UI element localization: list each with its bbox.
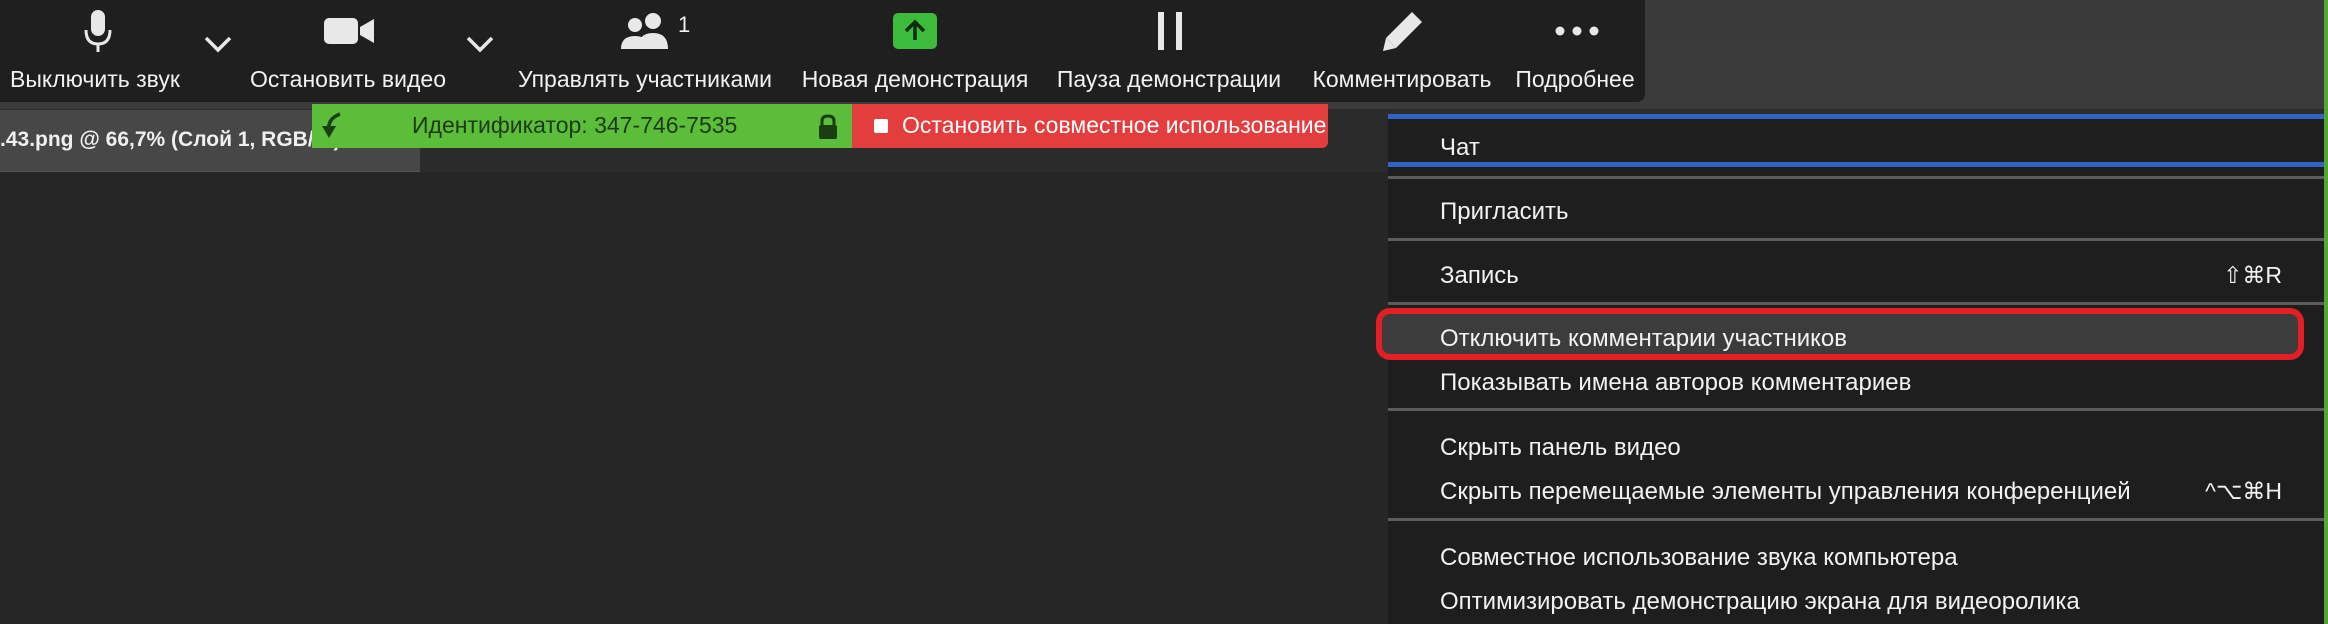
meeting-toolbar: Выключить звук Остановить видео 1 Управл… [0, 0, 1645, 102]
drag-arrow-icon[interactable] [320, 112, 346, 145]
window-edge [2324, 0, 2328, 624]
photoshop-canvas[interactable] [0, 172, 1390, 624]
menu-separator [1388, 176, 2324, 179]
microphone-icon [78, 6, 118, 56]
pause-share-label: Пауза демонстрации [1056, 66, 1282, 92]
stop-video-label: Остановить видео [250, 66, 446, 92]
record-shortcut: ⇧⌘R [2223, 262, 2282, 288]
menu-item-disable-attendee-annotation[interactable]: Отключить комментарии участников [1440, 325, 1847, 353]
annotate-label: Комментировать [1312, 66, 1492, 92]
menu-item-optimize-video-share[interactable]: Оптимизировать демонстрацию экрана для в… [1440, 588, 2080, 616]
menu-separator [1388, 518, 2324, 521]
manage-participants-label: Управлять участниками [518, 66, 772, 92]
meeting-id-section[interactable]: Идентификатор: 347-746-7535 [312, 104, 852, 148]
menu-separator [1388, 238, 2324, 241]
annotate-button[interactable]: Комментировать [1300, 0, 1510, 102]
share-screen-icon [890, 6, 940, 56]
menu-item-invite[interactable]: Пригласить [1440, 198, 1568, 226]
stop-share-button[interactable]: Остановить совместное использование [852, 104, 1328, 148]
menu-separator [1388, 408, 2324, 411]
menu-item-hide-floating-controls[interactable]: Скрыть перемещаемые элементы управления … [1440, 478, 2131, 506]
stop-video-button[interactable]: Остановить видео [240, 0, 455, 102]
manage-participants-button[interactable]: 1 Управлять участниками [505, 0, 785, 102]
menu-item-hide-video-panel[interactable]: Скрыть панель видео [1440, 434, 1681, 462]
mute-label: Выключить звук [10, 66, 180, 92]
menu-item-share-computer-sound[interactable]: Совместное использование звука компьютер… [1440, 544, 1958, 572]
menu-accent-line [1388, 162, 2324, 167]
menu-top-accent [1388, 114, 2324, 119]
pencil-icon [1378, 6, 1428, 56]
more-dropdown-menu: Чат Пригласить Запись ⇧⌘R Отключить комм… [1376, 114, 2324, 624]
participant-count: 1 [678, 12, 691, 37]
menu-item-record[interactable]: Запись [1440, 262, 1519, 290]
menu-separator [1388, 302, 2324, 305]
hide-controls-shortcut: ^⌥⌘H [2205, 478, 2282, 504]
video-camera-icon [322, 6, 376, 56]
document-tab-title: .43.png @ 66,7% (Слой 1, RGB/8*) [0, 128, 341, 151]
more-label: Подробнее [1515, 66, 1635, 92]
more-button[interactable]: Подробнее [1512, 0, 1642, 102]
more-dots-icon [1552, 6, 1602, 56]
meeting-id-text: Идентификатор: 347-746-7535 [412, 112, 738, 138]
audio-options-chevron-icon[interactable] [198, 24, 238, 64]
pause-icon [1147, 6, 1193, 56]
new-share-button[interactable]: Новая демонстрация [790, 0, 1040, 102]
participants-icon [617, 6, 675, 56]
stop-square-icon [874, 119, 888, 133]
lock-icon [818, 114, 838, 145]
menu-item-chat[interactable]: Чат [1440, 134, 1480, 162]
pause-share-button[interactable]: Пауза демонстрации [1045, 0, 1295, 102]
mute-button[interactable]: Выключить звук [0, 0, 195, 102]
sharing-status-bar: Идентификатор: 347-746-7535 Остановить с… [312, 104, 1328, 148]
new-share-label: Новая демонстрация [801, 66, 1029, 92]
stop-share-label: Остановить совместное использование [902, 112, 1327, 138]
video-options-chevron-icon[interactable] [460, 24, 500, 64]
menu-item-show-annotator-names[interactable]: Показывать имена авторов комментариев [1440, 369, 1911, 397]
